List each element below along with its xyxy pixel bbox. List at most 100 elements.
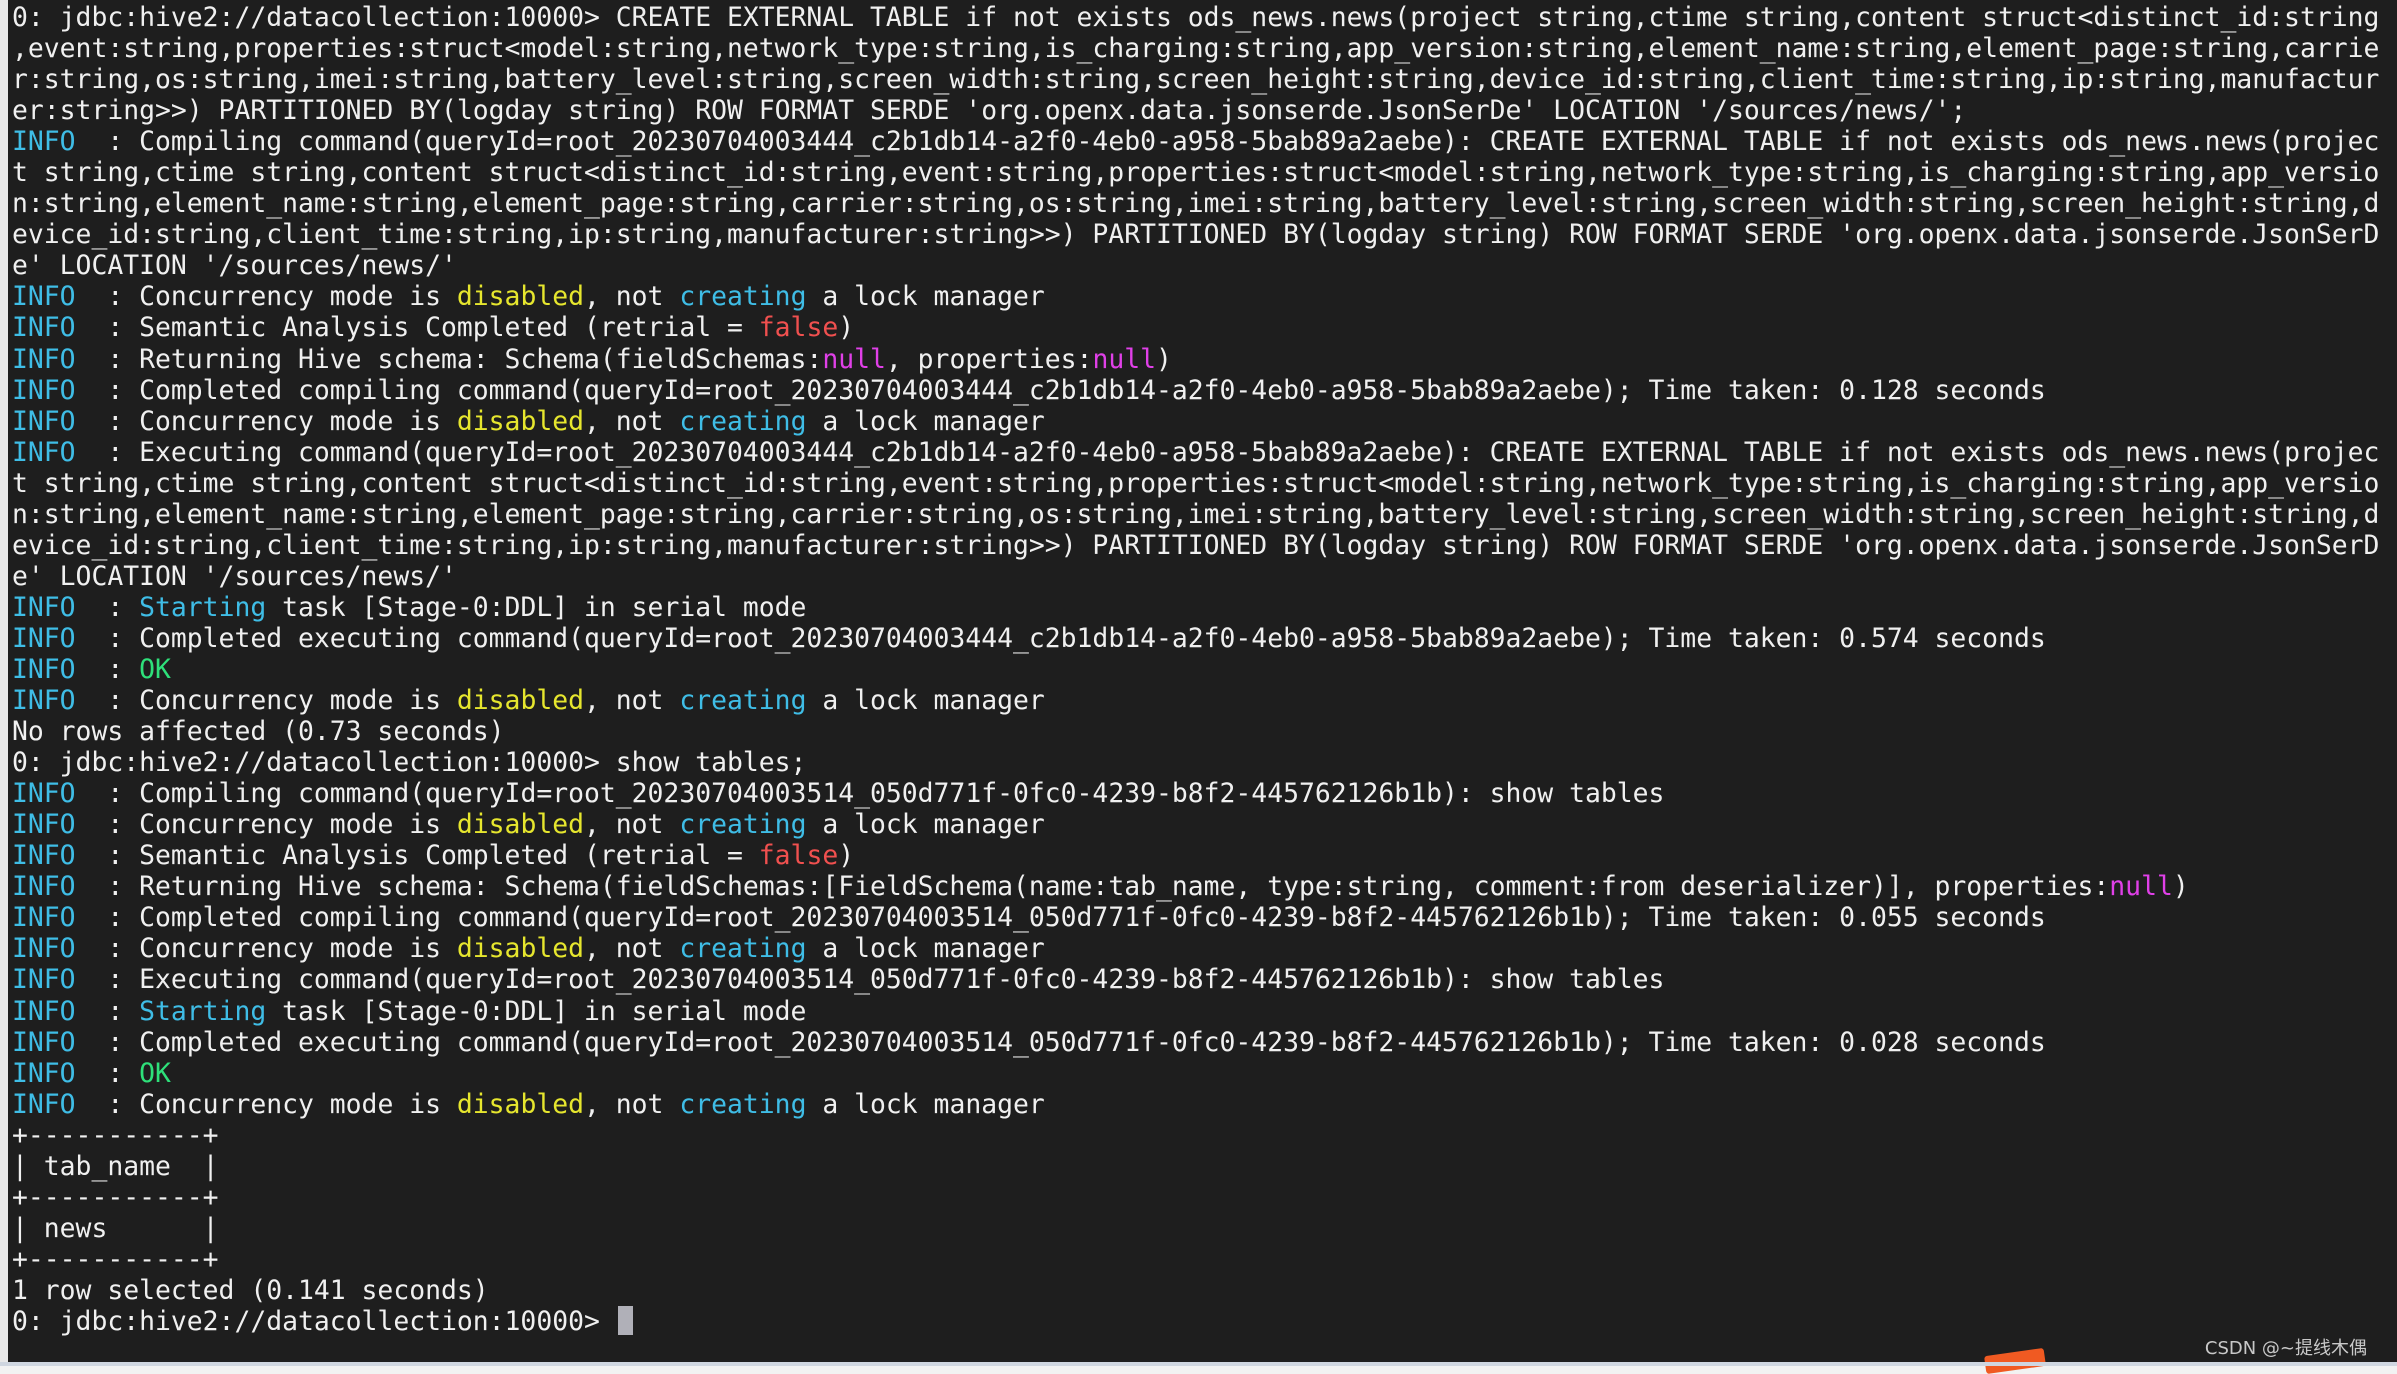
terminal-line: INFO : Concurrency mode is disabled, not…	[12, 685, 2397, 716]
terminal-line: evice_id:string,client_time:string,ip:st…	[12, 530, 2397, 561]
line-text: : Concurrency mode is	[75, 685, 457, 717]
line-text: task [Stage-0:DDL] in serial mode	[266, 995, 807, 1027]
terminal-line: +-----------+	[12, 1182, 2397, 1213]
line-text: 0: jdbc:hive2://datacollection:10000> sh…	[12, 747, 807, 779]
line-text: : Concurrency mode is	[75, 281, 457, 313]
line-text: a lock manager	[806, 1088, 1045, 1120]
log-level-label: INFO	[12, 591, 76, 623]
line-text: :	[75, 591, 140, 623]
terminal-line: INFO : Returning Hive schema: Schema(fie…	[12, 344, 2397, 375]
terminal-line: INFO : Executing command(queryId=root_20…	[12, 964, 2397, 995]
line-text: +-----------+	[12, 1243, 219, 1275]
log-level-label: INFO	[12, 312, 76, 344]
terminal-line: r:string,os:string,imei:string,battery_l…	[12, 64, 2397, 95]
line-text: n:string,element_name:string,element_pag…	[12, 498, 2380, 530]
highlighted-keyword: Starting	[139, 995, 267, 1027]
terminal-line: INFO : Concurrency mode is disabled, not…	[12, 406, 2397, 437]
line-text: a lock manager	[806, 685, 1045, 717]
terminal-line: e' LOCATION '/sources/news/'	[12, 561, 2397, 592]
line-text: r:string,os:string,imei:string,battery_l…	[12, 64, 2380, 96]
terminal-output[interactable]: 0: jdbc:hive2://datacollection:10000> CR…	[12, 2, 2397, 1337]
terminal-line: INFO : Starting task [Stage-0:DDL] in se…	[12, 996, 2397, 1027]
line-text: n:string,element_name:string,element_pag…	[12, 188, 2380, 220]
line-text: a lock manager	[806, 405, 1045, 437]
highlighted-keyword: disabled	[456, 281, 584, 313]
line-text: : Concurrency mode is	[75, 1088, 457, 1120]
line-text: : Executing command(queryId=root_2023070…	[75, 436, 2380, 468]
line-text: : Concurrency mode is	[75, 933, 457, 965]
log-level-label: INFO	[12, 809, 76, 841]
line-text: , not	[584, 685, 680, 717]
highlighted-keyword: null	[822, 343, 886, 375]
line-text: | news |	[12, 1212, 219, 1244]
terminal-line: INFO : Concurrency mode is disabled, not…	[12, 1089, 2397, 1120]
terminal-line: 0: jdbc:hive2://datacollection:10000>	[12, 1305, 2397, 1337]
terminal-line: INFO : Concurrency mode is disabled, not…	[12, 933, 2397, 964]
line-text: )	[838, 312, 855, 344]
highlighted-keyword: disabled	[456, 809, 584, 841]
log-level-label: INFO	[12, 653, 76, 685]
highlighted-keyword: null	[2109, 871, 2173, 903]
line-text: evice_id:string,client_time:string,ip:st…	[12, 529, 2380, 561]
terminal-line: er:string>>) PARTITIONED BY(logday strin…	[12, 95, 2397, 126]
terminal-line: INFO : Concurrency mode is disabled, not…	[12, 281, 2397, 312]
line-text: 0: jdbc:hive2://datacollection:10000>	[12, 1305, 616, 1337]
line-text: : Concurrency mode is	[75, 809, 457, 841]
terminal-line: INFO : Completed executing command(query…	[12, 1027, 2397, 1058]
terminal-line: INFO : Executing command(queryId=root_20…	[12, 437, 2397, 468]
terminal-line: 1 row selected (0.141 seconds)	[12, 1275, 2397, 1306]
log-level-label: INFO	[12, 685, 76, 717]
line-text: : Completed executing command(queryId=ro…	[75, 622, 2046, 654]
terminal-line: INFO : Returning Hive schema: Schema(fie…	[12, 871, 2397, 902]
line-text: : Completed executing command(queryId=ro…	[75, 1026, 2046, 1058]
log-level-label: INFO	[12, 902, 76, 934]
line-text: : Completed compiling command(queryId=ro…	[75, 902, 2046, 934]
log-level-label: INFO	[12, 871, 76, 903]
terminal-line: 0: jdbc:hive2://datacollection:10000> sh…	[12, 747, 2397, 778]
line-text: t string,ctime string,content struct<dis…	[12, 157, 2380, 189]
log-level-label: INFO	[12, 933, 76, 965]
log-level-label: INFO	[12, 1026, 76, 1058]
watermark: CSDN @~提线木偶	[2204, 1338, 2367, 1359]
line-text: : Compiling command(queryId=root_2023070…	[75, 126, 2380, 158]
highlighted-keyword: creating	[679, 809, 807, 841]
highlighted-keyword: creating	[679, 685, 807, 717]
highlighted-keyword: disabled	[456, 405, 584, 437]
terminal-window: 0: jdbc:hive2://datacollection:10000> CR…	[0, 0, 2397, 1362]
line-text: :	[75, 653, 140, 685]
line-text: t string,ctime string,content struct<dis…	[12, 467, 2380, 499]
terminal-line: INFO : Compiling command(queryId=root_20…	[12, 778, 2397, 809]
highlighted-keyword: creating	[679, 933, 807, 965]
line-text: task [Stage-0:DDL] in serial mode	[266, 591, 807, 623]
terminal-line: INFO : Compiling command(queryId=root_20…	[12, 126, 2397, 157]
line-text: , not	[584, 405, 680, 437]
terminal-cursor[interactable]	[617, 1305, 633, 1335]
terminal-line: INFO : Semantic Analysis Completed (retr…	[12, 840, 2397, 871]
line-text: : Returning Hive schema: Schema(fieldSch…	[75, 871, 2110, 903]
line-text: evice_id:string,client_time:string,ip:st…	[12, 219, 2380, 251]
highlighted-keyword: disabled	[456, 685, 584, 717]
terminal-line: evice_id:string,client_time:string,ip:st…	[12, 219, 2397, 250]
terminal-line: t string,ctime string,content struct<dis…	[12, 468, 2397, 499]
log-level-label: INFO	[12, 778, 76, 810]
log-level-label: INFO	[12, 405, 76, 437]
terminal-line: INFO : OK	[12, 1058, 2397, 1089]
log-level-label: INFO	[12, 436, 76, 468]
terminal-line: INFO : Completed compiling command(query…	[12, 375, 2397, 406]
line-text: , properties:	[885, 343, 1093, 375]
log-level-label: INFO	[12, 622, 76, 654]
line-text: | tab_name |	[12, 1150, 219, 1182]
highlighted-keyword: OK	[139, 653, 171, 685]
highlighted-keyword: false	[758, 312, 839, 344]
log-level-label: INFO	[12, 964, 76, 996]
highlighted-keyword: creating	[679, 281, 807, 313]
terminal-line: | tab_name |	[12, 1151, 2397, 1182]
line-text: er:string>>) PARTITIONED BY(logday strin…	[12, 95, 1967, 127]
line-text: :	[75, 1057, 140, 1089]
highlighted-keyword: false	[758, 840, 839, 872]
window-bottom-border	[0, 1362, 2397, 1366]
terminal-line: 0: jdbc:hive2://datacollection:10000> CR…	[12, 2, 2397, 33]
log-level-label: INFO	[12, 1088, 76, 1120]
terminal-line: t string,ctime string,content struct<dis…	[12, 157, 2397, 188]
line-text: a lock manager	[806, 281, 1045, 313]
